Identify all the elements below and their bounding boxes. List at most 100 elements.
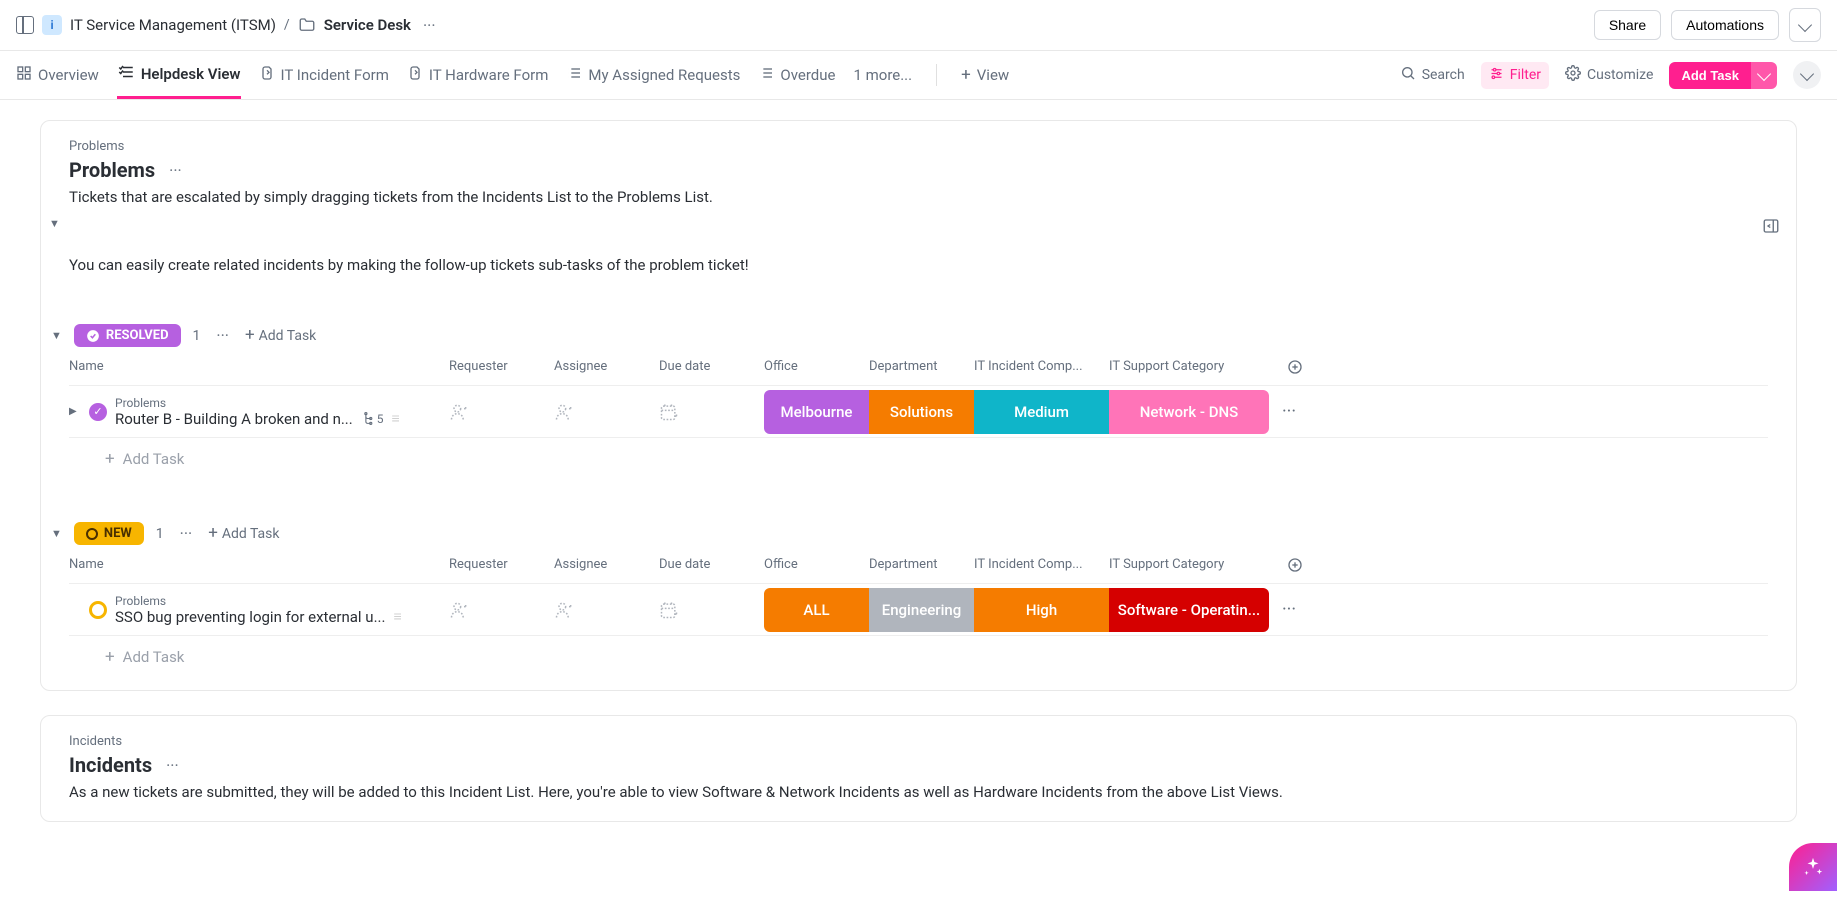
add-task-button[interactable]: Add Task [1669,62,1751,89]
status-pill-label: NEW [104,526,132,541]
sidebar-toggle-icon[interactable] [16,16,34,34]
row-more-icon[interactable]: ··· [1269,599,1309,620]
col-assignee[interactable]: Assignee [554,359,659,379]
collapse-group-icon[interactable]: ▼ [51,329,62,342]
due-date-cell[interactable] [659,402,764,422]
chevron-down-icon [1800,66,1814,80]
add-column-button[interactable] [1269,359,1309,379]
complexity-tag[interactable]: Medium [974,390,1109,434]
add-task-dropdown-button[interactable] [1751,62,1777,89]
ai-assistant-fab[interactable] [1789,843,1837,891]
col-due-date[interactable]: Due date [659,557,764,577]
incidents-card: Incidents Incidents ··· As a new tickets… [40,715,1797,822]
space-info-icon[interactable]: i [42,15,62,35]
drag-handle-icon[interactable]: ≡ [391,410,399,427]
group-add-task-button[interactable]: + Add Task [245,327,316,344]
due-date-cell[interactable] [659,600,764,620]
col-category[interactable]: IT Support Category [1109,557,1269,577]
col-requester[interactable]: Requester [449,359,554,379]
breadcrumb-root[interactable]: IT Service Management (ITSM) [70,16,276,34]
status-pill-resolved[interactable]: RESOLVED [74,324,181,347]
row-more-icon[interactable]: ··· [1269,401,1309,422]
toggle-side-panel-icon[interactable] [1762,217,1780,235]
task-name[interactable]: Router B - Building A broken and n... [115,410,353,428]
category-tag[interactable]: Software - Operatin... [1109,588,1269,632]
tab-helpdesk-view[interactable]: Helpdesk View [117,51,241,99]
tab-it-incident-form[interactable]: IT Incident Form [259,51,389,99]
card-more-icon[interactable]: ··· [162,756,183,775]
status-pill-new[interactable]: NEW [74,522,144,545]
group-more-icon[interactable]: ··· [176,524,197,543]
requester-cell[interactable] [449,402,554,422]
share-button[interactable]: Share [1594,10,1661,40]
breadcrumb-leaf[interactable]: Service Desk [324,16,411,34]
collapse-toolbar-button[interactable] [1793,61,1821,89]
card-title[interactable]: Problems [69,158,155,182]
col-department[interactable]: Department [869,359,974,379]
table-header: Name Requester Assignee Due date Office … [69,355,1768,386]
filter-button[interactable]: Filter [1481,62,1549,89]
plus-icon: + [245,327,255,344]
grid-icon [16,65,32,85]
col-office[interactable]: Office [764,557,869,577]
drag-handle-icon[interactable]: ≡ [393,608,401,625]
col-office[interactable]: Office [764,359,869,379]
filter-label: Filter [1510,67,1541,83]
col-complexity[interactable]: IT Incident Comp... [974,557,1109,577]
col-requester[interactable]: Requester [449,557,554,577]
add-task-row[interactable]: + Add Task [69,636,1768,670]
group-add-task-button[interactable]: + Add Task [208,525,279,542]
automations-button[interactable]: Automations [1671,10,1779,40]
col-due-date[interactable]: Due date [659,359,764,379]
assignee-cell[interactable] [554,402,659,422]
customize-label: Customize [1587,67,1653,83]
col-name[interactable]: Name [69,359,449,379]
search-button[interactable]: Search [1400,65,1465,85]
requester-cell[interactable] [449,600,554,620]
card-more-icon[interactable]: ··· [165,161,186,180]
table-row[interactable]: ▶ ✓ Problems Router B - Building A broke… [69,386,1768,438]
add-task-row[interactable]: + Add Task [69,438,1768,472]
name-cell: Problems SSO bug preventing login for ex… [69,594,449,626]
status-dot-new-icon[interactable] [89,601,107,619]
col-category[interactable]: IT Support Category [1109,359,1269,379]
tab-more-views[interactable]: 1 more... [853,51,912,99]
col-assignee[interactable]: Assignee [554,557,659,577]
expand-row-icon[interactable]: ▶ [69,406,81,417]
complexity-tag[interactable]: High [974,588,1109,632]
breadcrumb-more-icon[interactable]: ··· [419,16,440,35]
collapse-group-icon[interactable]: ▼ [51,527,62,540]
form-icon [259,65,275,85]
task-name[interactable]: SSO bug preventing login for external u.… [115,608,385,626]
group-more-icon[interactable]: ··· [212,326,233,345]
category-tag[interactable]: Network - DNS [1109,390,1269,434]
card-description-1: Tickets that are escalated by simply dra… [69,188,1768,206]
tab-overview[interactable]: Overview [16,51,99,99]
col-name[interactable]: Name [69,557,449,577]
tab-my-assigned[interactable]: My Assigned Requests [566,51,740,99]
add-view-button[interactable]: + View [961,51,1009,99]
col-department[interactable]: Department [869,557,974,577]
list-icon [117,63,135,85]
tab-overdue[interactable]: Overdue [758,51,835,99]
tab-incident-form-label: IT Incident Form [281,66,389,84]
table-row[interactable]: Problems SSO bug preventing login for ex… [69,584,1768,636]
col-complexity[interactable]: IT Incident Comp... [974,359,1109,379]
collapse-card-icon[interactable]: ▼ [49,217,60,230]
tab-it-hardware-form[interactable]: IT Hardware Form [407,51,549,99]
card-title[interactable]: Incidents [69,753,152,777]
status-dot-resolved-icon[interactable]: ✓ [89,403,107,421]
office-tag[interactable]: ALL [764,588,869,632]
name-cell: ▶ ✓ Problems Router B - Building A broke… [69,396,449,428]
group-resolved: ▼ RESOLVED 1 ··· + Add Task Name Request… [69,324,1768,472]
add-column-button[interactable] [1269,557,1309,577]
customize-button[interactable]: Customize [1565,65,1653,85]
department-tag[interactable]: Solutions [869,390,974,434]
assignee-cell[interactable] [554,600,659,620]
table-header: Name Requester Assignee Due date Office … [69,553,1768,584]
tab-hardware-form-label: IT Hardware Form [429,66,549,84]
automations-dropdown-button[interactable] [1789,8,1821,42]
office-tag[interactable]: Melbourne [764,390,869,434]
subtask-count[interactable]: 5 [361,412,384,426]
department-tag[interactable]: Engineering [869,588,974,632]
